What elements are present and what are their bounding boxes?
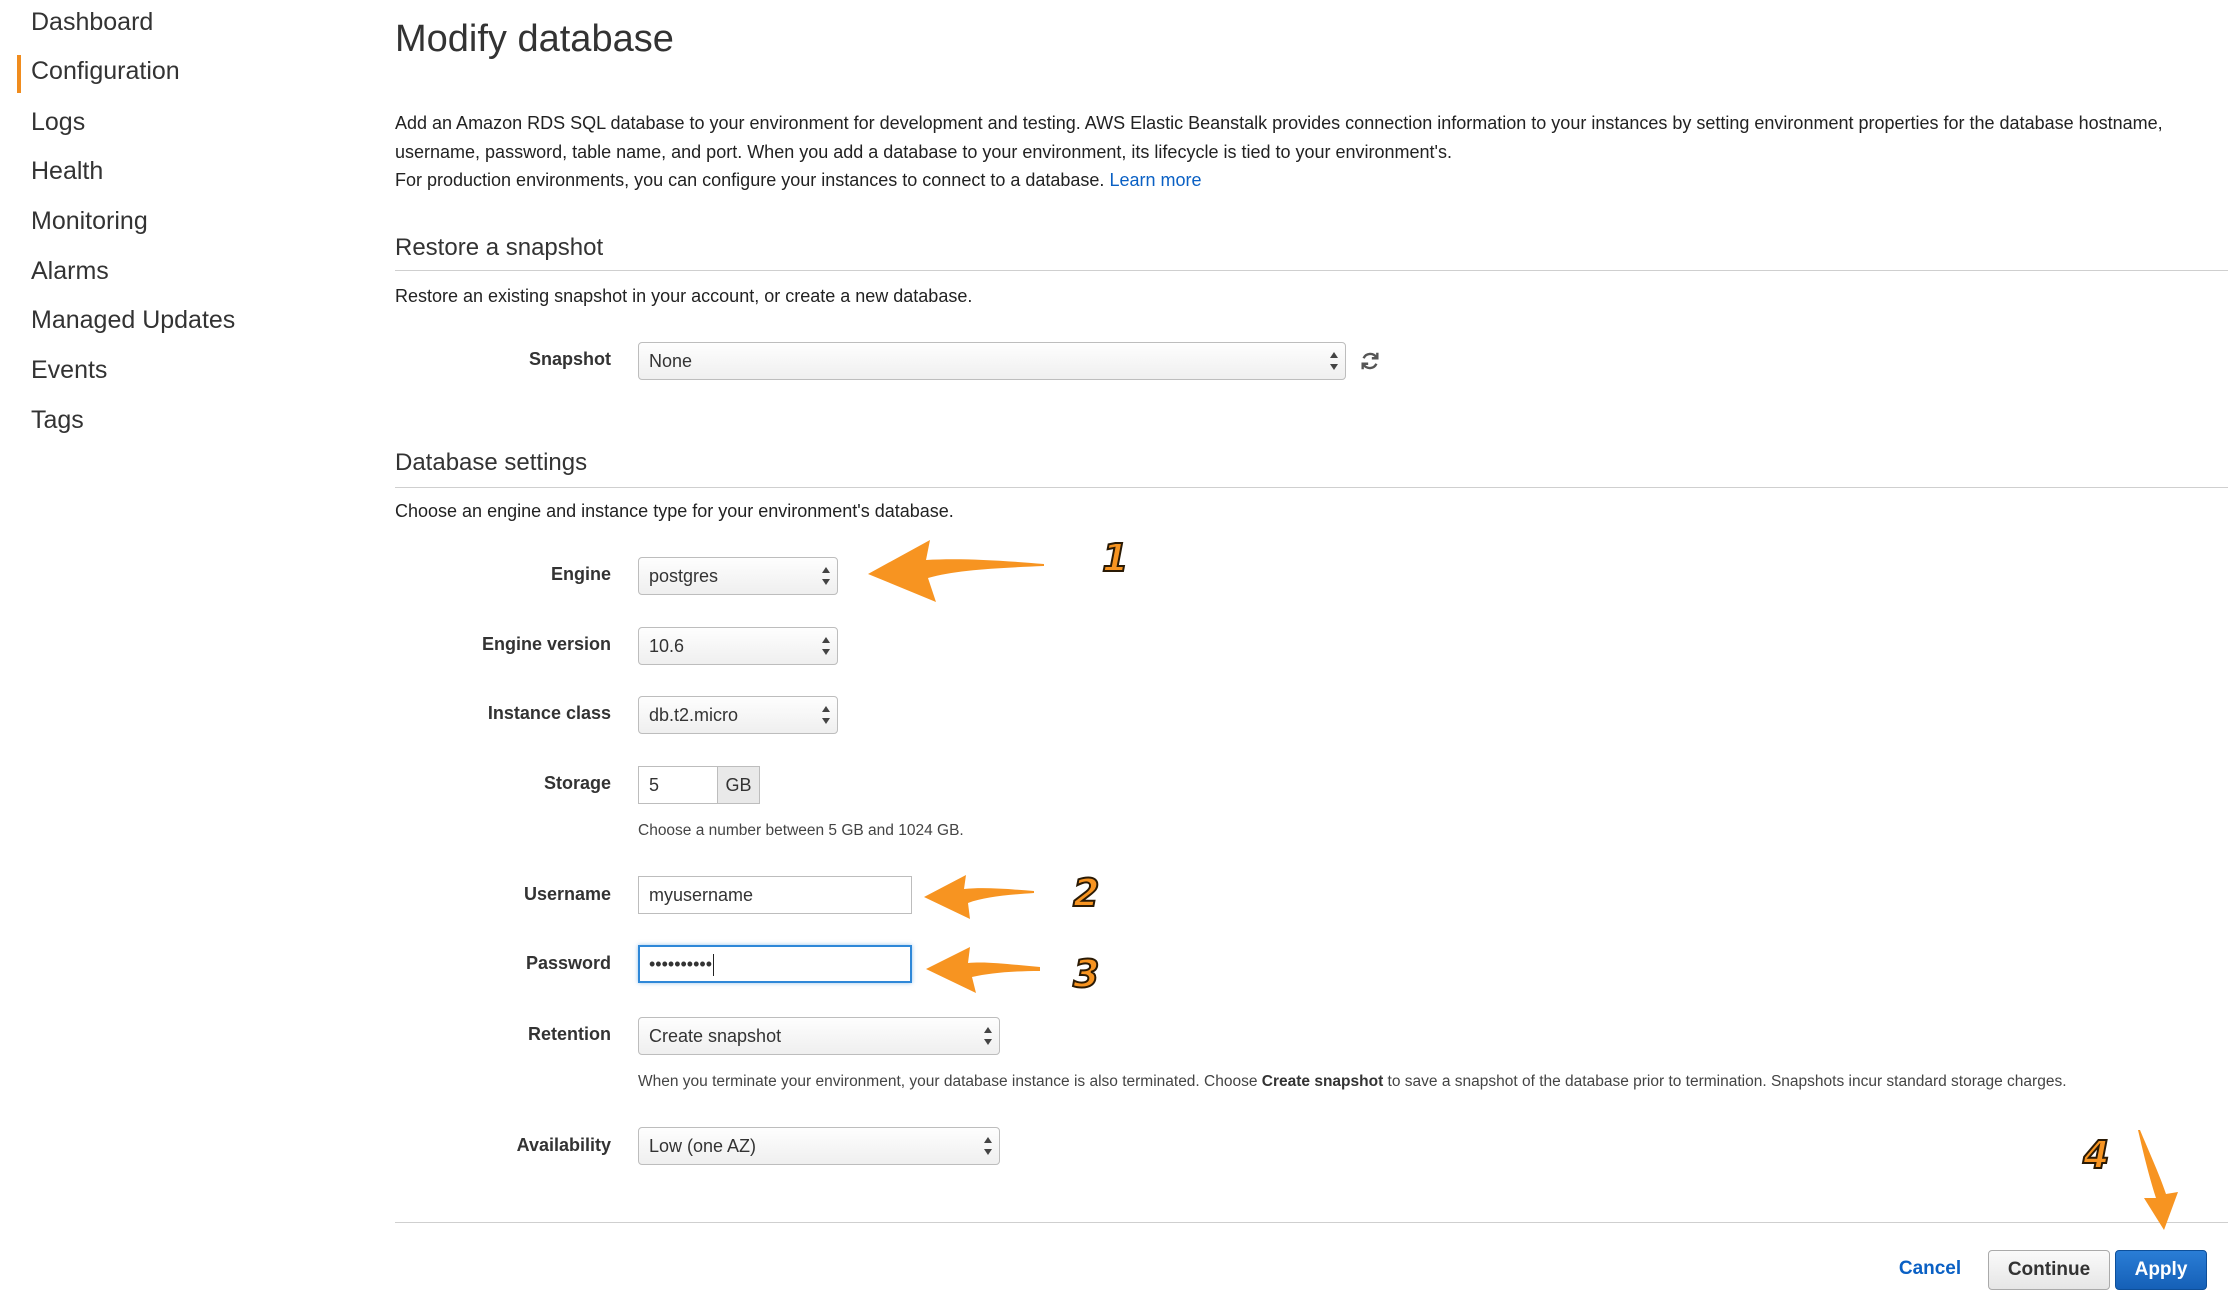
- annotation-arrow-1: [868, 540, 1044, 602]
- sidebar-item-monitoring[interactable]: Monitoring: [31, 207, 148, 236]
- engine-select-value: postgres: [649, 566, 719, 586]
- engine-label: Engine: [550, 564, 611, 584]
- footer-divider: [395, 1222, 2228, 1223]
- page-title: Modify database: [395, 18, 674, 60]
- section-divider: [395, 487, 2228, 488]
- continue-button[interactable]: Continue: [1988, 1250, 2110, 1290]
- retention-select[interactable]: Create snapshot: [638, 1017, 1000, 1055]
- section-title-snapshot: Restore a snapshot: [395, 234, 604, 261]
- annotation-step-4: 4: [2082, 1132, 2110, 1178]
- annotation-step-1: 1: [1101, 535, 1129, 581]
- text-cursor: [713, 954, 715, 977]
- section-title-database: Database settings: [395, 449, 588, 476]
- storage-unit-addon: GB: [718, 766, 760, 804]
- annotation-arrow-2: [924, 875, 1034, 919]
- refresh-icon[interactable]: [1359, 350, 1381, 372]
- select-caret-icon: [822, 636, 830, 656]
- password-input[interactable]: ••••••••••: [638, 945, 912, 983]
- retention-hint-bold: Create snapshot: [1261, 1073, 1384, 1090]
- instance-class-select[interactable]: db.t2.micro: [638, 696, 838, 734]
- sidebar-item-health[interactable]: Health: [31, 157, 103, 186]
- intro-paragraph: Add an Amazon RDS SQL database to your e…: [395, 113, 2163, 162]
- username-label: Username: [523, 884, 611, 904]
- retention-label: Retention: [528, 1024, 611, 1044]
- retention-hint-post: to save a snapshot of the database prior…: [1383, 1073, 2067, 1090]
- annotation-step-2: 2: [1072, 870, 1100, 916]
- section-divider: [395, 270, 2228, 271]
- password-label: Password: [525, 953, 611, 973]
- username-input[interactable]: myusername: [638, 876, 912, 914]
- engine-select[interactable]: postgres: [638, 557, 838, 595]
- learn-more-link[interactable]: Learn more: [1109, 170, 1201, 190]
- select-caret-icon: [822, 566, 830, 586]
- retention-select-value: Create snapshot: [649, 1026, 782, 1046]
- storage-label: Storage: [543, 773, 611, 793]
- snapshot-select-value: None: [649, 351, 693, 371]
- engine-version-label: Engine version: [481, 634, 611, 654]
- sidebar-item-events[interactable]: Events: [31, 356, 107, 385]
- sidebar-item-configuration[interactable]: Configuration: [31, 57, 180, 86]
- active-indicator: [17, 55, 21, 93]
- select-caret-icon: [1330, 351, 1338, 371]
- instance-class-label: Instance class: [487, 703, 611, 723]
- section-desc-database: Choose an engine and instance type for y…: [395, 501, 954, 521]
- select-caret-icon: [984, 1026, 992, 1046]
- cancel-button[interactable]: Cancel: [1882, 1250, 1978, 1290]
- intro-production: For production environments, you can con…: [395, 166, 2205, 195]
- storage-input[interactable]: 5: [638, 766, 718, 804]
- availability-label: Availability: [516, 1135, 611, 1155]
- sidebar-item-managed-updates[interactable]: Managed Updates: [31, 306, 235, 335]
- sidebar-item-dashboard[interactable]: Dashboard: [31, 8, 153, 37]
- intro-production-text: For production environments, you can con…: [395, 170, 1105, 190]
- select-caret-icon: [822, 705, 830, 725]
- availability-select[interactable]: Low (one AZ): [638, 1127, 1000, 1165]
- sidebar-item-tags[interactable]: Tags: [31, 406, 84, 435]
- retention-hint-pre: When you terminate your environment, you…: [638, 1073, 1262, 1090]
- section-desc-snapshot: Restore an existing snapshot in your acc…: [395, 286, 973, 306]
- instance-class-select-value: db.t2.micro: [649, 705, 739, 725]
- password-input-value: ••••••••••: [649, 954, 713, 974]
- apply-button[interactable]: Apply: [2115, 1250, 2207, 1290]
- sidebar-item-logs[interactable]: Logs: [31, 108, 85, 137]
- engine-version-select[interactable]: 10.6: [638, 627, 838, 665]
- intro-text: Add an Amazon RDS SQL database to your e…: [395, 109, 2205, 195]
- availability-select-value: Low (one AZ): [649, 1136, 757, 1156]
- sidebar-item-alarms[interactable]: Alarms: [31, 257, 109, 286]
- select-caret-icon: [984, 1136, 992, 1156]
- snapshot-label: Snapshot: [528, 349, 611, 369]
- annotation-step-3: 3: [1072, 951, 1100, 997]
- annotation-arrow-4: [2138, 1130, 2178, 1230]
- storage-hint: Choose a number between 5 GB and 1024 GB…: [638, 822, 964, 839]
- engine-version-select-value: 10.6: [649, 636, 685, 656]
- retention-hint: When you terminate your environment, you…: [638, 1073, 2067, 1091]
- annotation-arrow-3: [926, 947, 1040, 993]
- snapshot-select[interactable]: None: [638, 342, 1346, 380]
